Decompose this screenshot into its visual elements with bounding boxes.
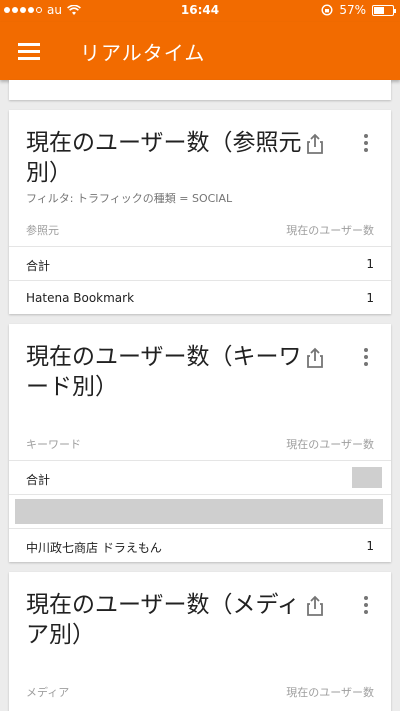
column-header-left: 参照元 [26, 224, 59, 237]
share-icon[interactable] [303, 594, 327, 618]
rotation-lock-icon [321, 4, 333, 16]
card-title: 現在のユーザー数（参照元別） [26, 130, 302, 186]
battery-icon [372, 4, 396, 16]
table-row[interactable]: 合計 1 [9, 246, 391, 280]
more-options-icon[interactable] [361, 348, 371, 370]
row-placeholder [15, 499, 383, 524]
card-referrer: 現在のユーザー数（参照元別） フィルタ: トラフィックの種類 = SOCIAL … [9, 110, 391, 314]
row-value: 1 [366, 539, 374, 553]
row-value: 1 [366, 257, 374, 271]
column-header-left: メディア [26, 686, 70, 699]
value-placeholder [352, 467, 382, 488]
app-title: リアルタイム [80, 41, 206, 65]
card-title: 現在のユーザー数（メディア別） [26, 592, 300, 648]
share-icon[interactable] [303, 346, 327, 370]
row-label: Hatena Bookmark [26, 291, 135, 305]
row-label: 中川政七商店 ドラえもん [26, 541, 162, 555]
table-row[interactable] [9, 494, 391, 528]
row-label: 合計 [26, 473, 51, 487]
share-icon[interactable] [303, 132, 327, 156]
menu-icon[interactable] [18, 43, 40, 60]
battery-percent: 57% [339, 3, 366, 17]
column-header-left: キーワード [26, 438, 81, 451]
filter-label: フィルタ: トラフィックの種類 = SOCIAL [26, 192, 233, 205]
column-header-right: 現在のユーザー数 [286, 686, 374, 699]
table-row[interactable]: 合計 [9, 460, 391, 494]
card-keyword: 現在のユーザー数（キーワード別） キーワード 現在のユーザー数 合計 中川政七商… [9, 324, 391, 562]
column-header-right: 現在のユーザー数 [286, 438, 374, 451]
card-media: 現在のユーザー数（メディア別） メディア 現在のユーザー数 [9, 572, 391, 711]
more-options-icon[interactable] [361, 596, 371, 618]
table-row[interactable]: Hatena Bookmark 1 [9, 280, 391, 314]
row-value: 1 [366, 291, 374, 305]
row-label: 合計 [26, 259, 51, 273]
card-title: 現在のユーザー数（キーワード別） [26, 344, 302, 400]
status-right: 57% [321, 3, 396, 17]
column-header-right: 現在のユーザー数 [286, 224, 374, 237]
app-bar: リアルタイム [0, 22, 400, 80]
more-options-icon[interactable] [361, 134, 371, 156]
previous-card-bottom [9, 80, 391, 100]
status-bar: au 16:44 57% [0, 0, 400, 22]
table-row[interactable]: 中川政七商店 ドラえもん 1 [9, 528, 391, 562]
